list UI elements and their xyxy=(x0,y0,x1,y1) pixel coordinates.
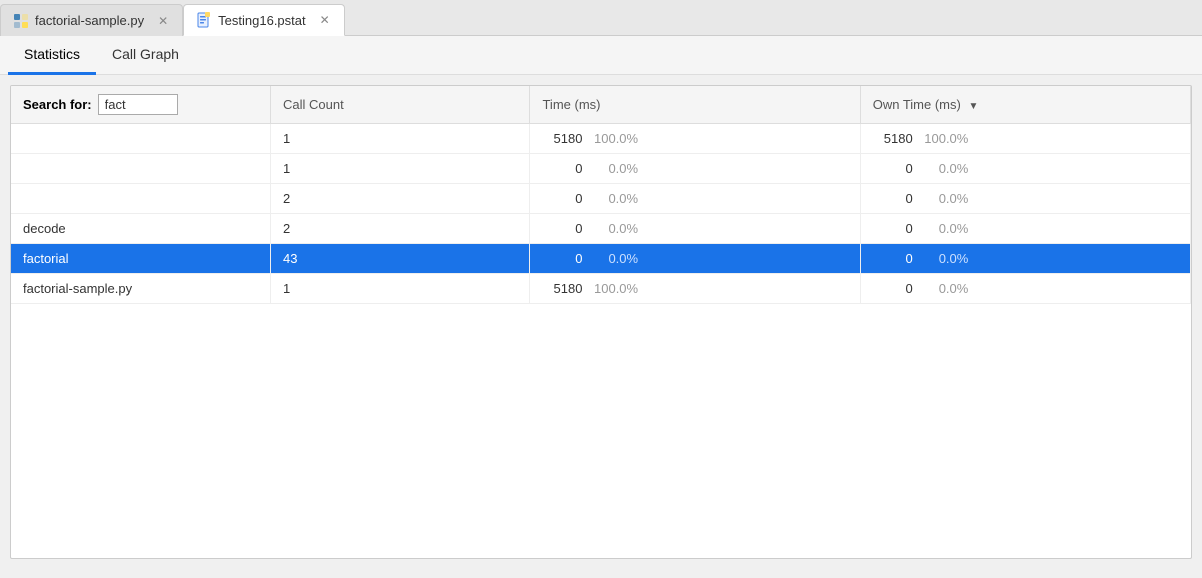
cell-name: decode xyxy=(11,214,270,244)
cell-call-count: 2 xyxy=(270,214,529,244)
cell-name xyxy=(11,184,270,214)
col-header-name: Search for: xyxy=(11,86,270,124)
tab-factorial-sample-label: factorial-sample.py xyxy=(35,13,144,28)
tab-testing16-pstat-close[interactable]: ✕ xyxy=(318,13,332,27)
cell-call-count: 2 xyxy=(270,184,529,214)
tab-bar: factorial-sample.py ✕ Testing16.pstat ✕ xyxy=(0,0,1202,36)
cell-time: 0 0.0% xyxy=(530,244,860,274)
cell-own-time: 0 0.0% xyxy=(860,274,1190,304)
table-row[interactable]: factorial 43 0 0.0% 0 0.0% xyxy=(11,244,1191,274)
cell-name xyxy=(11,124,270,154)
tab-testing16-pstat[interactable]: Testing16.pstat ✕ xyxy=(183,4,345,36)
search-label: Search for: xyxy=(23,97,92,112)
tab-factorial-sample[interactable]: factorial-sample.py ✕ xyxy=(0,4,183,36)
cell-time: 0 0.0% xyxy=(530,154,860,184)
statistics-table: Search for: Call Count Time (ms) Own Tim… xyxy=(11,86,1191,304)
cell-call-count: 1 xyxy=(270,274,529,304)
cell-name: factorial-sample.py xyxy=(11,274,270,304)
table-row[interactable]: 1 5180 100.0% 5180 100.0% xyxy=(11,124,1191,154)
cell-own-time: 0 0.0% xyxy=(860,244,1190,274)
python-icon xyxy=(13,13,29,29)
search-input[interactable] xyxy=(98,94,178,115)
col-header-call-count: Call Count xyxy=(270,86,529,124)
sub-tab-statistics[interactable]: Statistics xyxy=(8,36,96,75)
cell-own-time: 0 0.0% xyxy=(860,154,1190,184)
tab-testing16-pstat-label: Testing16.pstat xyxy=(218,13,305,28)
cell-time: 0 0.0% xyxy=(530,214,860,244)
table-row[interactable]: factorial-sample.py 1 5180 100.0% 0 0.0% xyxy=(11,274,1191,304)
cell-name xyxy=(11,154,270,184)
cell-own-time: 0 0.0% xyxy=(860,214,1190,244)
cell-name: factorial xyxy=(11,244,270,274)
sub-tab-nav: Statistics Call Graph xyxy=(0,36,1202,75)
cell-time: 5180 100.0% xyxy=(530,124,860,154)
sub-tab-call-graph[interactable]: Call Graph xyxy=(96,36,195,75)
cell-call-count: 43 xyxy=(270,244,529,274)
pstat-icon xyxy=(196,12,212,28)
cell-own-time: 5180 100.0% xyxy=(860,124,1190,154)
col-header-own-time-ms[interactable]: Own Time (ms) ▼ xyxy=(860,86,1190,124)
cell-time: 0 0.0% xyxy=(530,184,860,214)
cell-own-time: 0 0.0% xyxy=(860,184,1190,214)
sort-desc-icon: ▼ xyxy=(968,101,978,112)
col-header-time-ms: Time (ms) xyxy=(530,86,860,124)
table-body: 1 5180 100.0% 5180 100.0% 1 0 0.0% 0 0.0… xyxy=(11,124,1191,304)
cell-call-count: 1 xyxy=(270,124,529,154)
table-row[interactable]: 2 0 0.0% 0 0.0% xyxy=(11,184,1191,214)
tab-factorial-sample-close[interactable]: ✕ xyxy=(156,14,170,28)
table-header-row: Search for: Call Count Time (ms) Own Tim… xyxy=(11,86,1191,124)
cell-call-count: 1 xyxy=(270,154,529,184)
cell-time: 5180 100.0% xyxy=(530,274,860,304)
table-row[interactable]: decode 2 0 0.0% 0 0.0% xyxy=(11,214,1191,244)
table-row[interactable]: 1 0 0.0% 0 0.0% xyxy=(11,154,1191,184)
main-content: Search for: Call Count Time (ms) Own Tim… xyxy=(10,85,1192,559)
